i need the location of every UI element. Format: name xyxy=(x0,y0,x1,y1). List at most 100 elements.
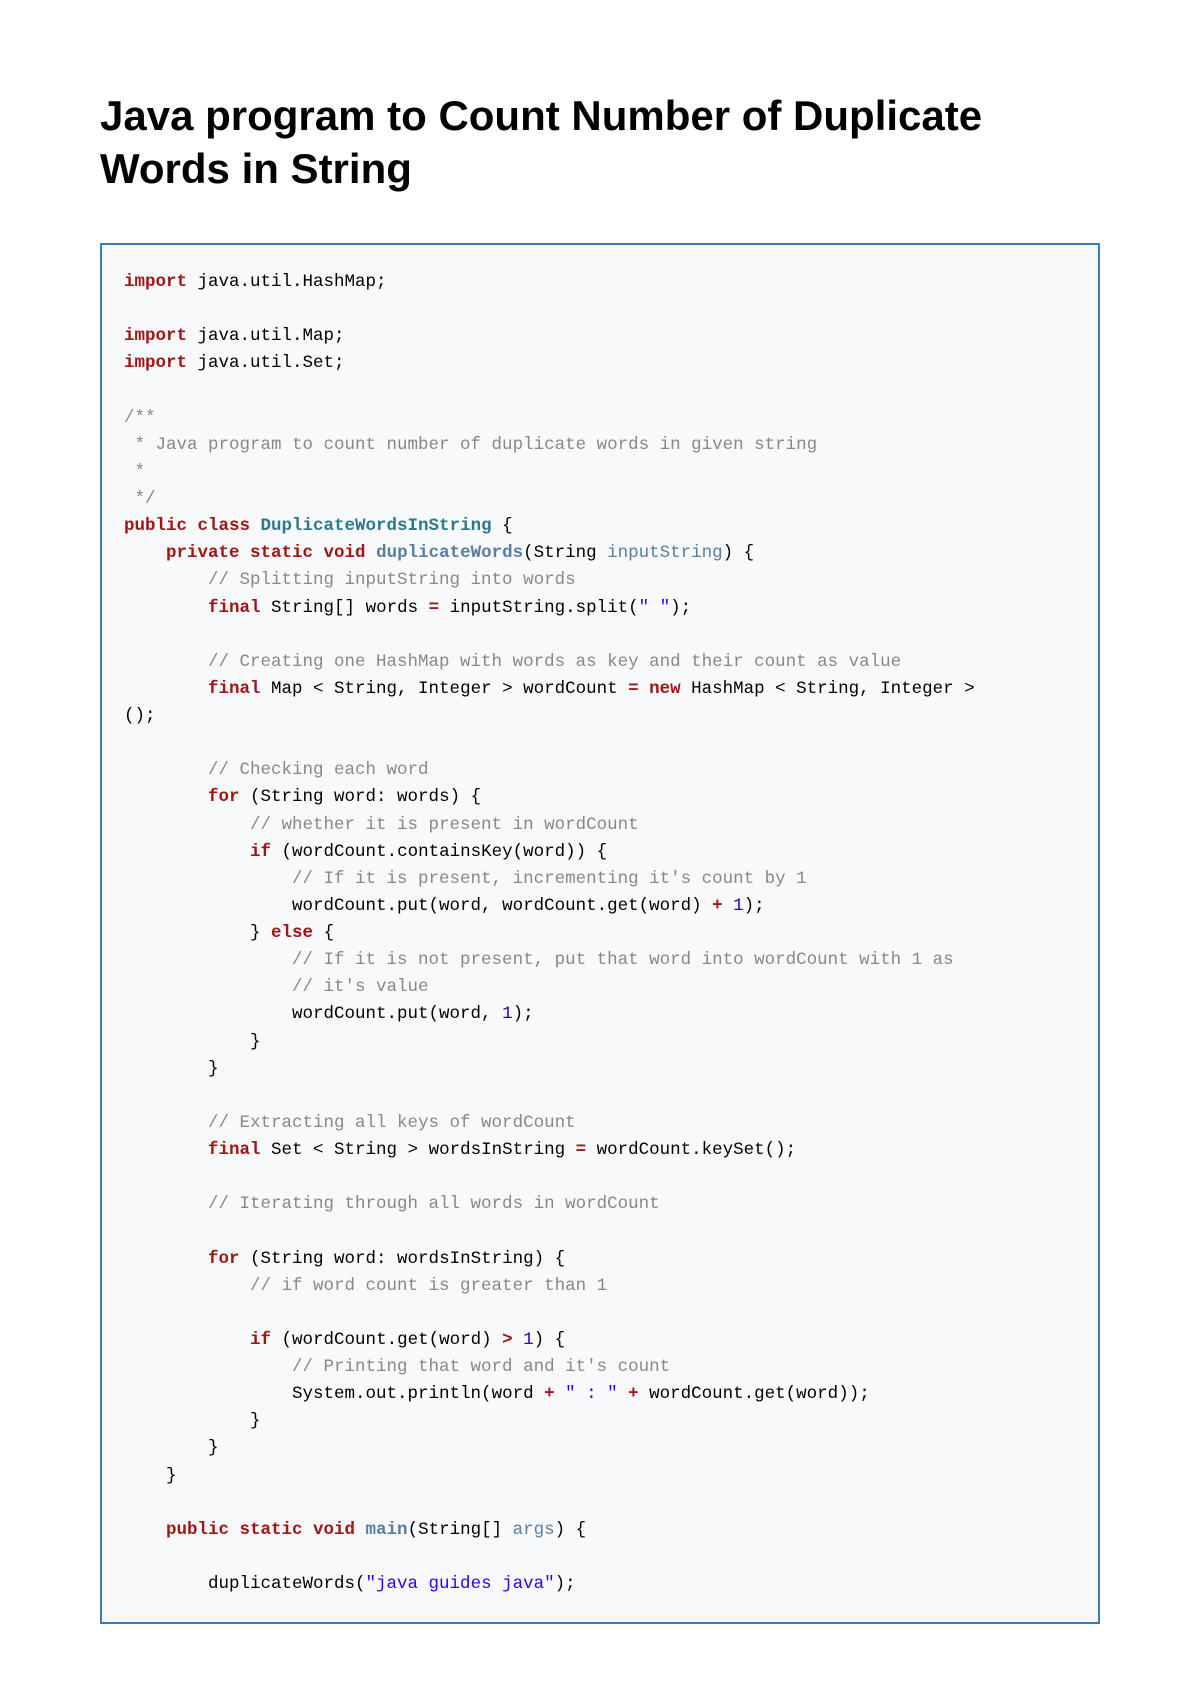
code-keyword: for xyxy=(208,787,240,807)
page-title: Java program to Count Number of Duplicat… xyxy=(100,90,1100,195)
code-string: " " xyxy=(639,598,671,618)
code-comment: * Java program to count number of duplic… xyxy=(124,435,817,455)
code-text: Map < String, Integer > xyxy=(261,679,524,699)
code-indent xyxy=(124,679,208,699)
code-indent xyxy=(124,1520,166,1540)
code-text: } xyxy=(124,1059,219,1079)
code-keyword: else xyxy=(271,923,313,943)
code-text xyxy=(513,1330,524,1350)
code-keyword: for xyxy=(208,1249,240,1269)
code-text: ); xyxy=(744,896,765,916)
code-method: main xyxy=(355,1520,408,1540)
code-indent xyxy=(124,598,208,618)
code-comment: // Creating one HashMap with words as ke… xyxy=(124,652,901,672)
code-keyword: new xyxy=(649,679,681,699)
code-indent xyxy=(124,1140,208,1160)
code-method: duplicateWords xyxy=(366,543,524,563)
code-op: > xyxy=(502,1330,513,1350)
code-text: String[] xyxy=(261,598,366,618)
code-param: args xyxy=(513,1520,555,1540)
code-keyword: final xyxy=(208,598,261,618)
code-text: ) { xyxy=(723,543,755,563)
code-text: inputString.split( xyxy=(450,598,639,618)
code-var: wordsInString xyxy=(429,1140,566,1160)
code-text: ); xyxy=(555,1574,576,1594)
code-indent xyxy=(124,1574,208,1594)
code-keyword: import xyxy=(124,353,187,373)
code-text: { xyxy=(492,516,513,536)
code-text: } xyxy=(124,1411,261,1431)
code-text: (); xyxy=(124,706,156,726)
code-keyword: private static void xyxy=(166,543,366,563)
code-comment: */ xyxy=(124,489,156,509)
code-text: (wordCount.get(word) xyxy=(271,1330,502,1350)
code-comment: // Iterating through all words in wordCo… xyxy=(124,1194,660,1214)
code-text: (String[] xyxy=(408,1520,513,1540)
code-indent xyxy=(124,842,250,862)
code-var: words xyxy=(366,598,419,618)
code-text: duplicateWords( xyxy=(208,1574,366,1594)
code-text: } xyxy=(124,1438,219,1458)
code-indent xyxy=(124,787,208,807)
code-comment: /** xyxy=(124,408,156,428)
code-number: 1 xyxy=(523,1330,534,1350)
code-text: java.util.Set; xyxy=(187,353,345,373)
code-text: (String word: wordsInString) { xyxy=(240,1249,566,1269)
code-comment: // Checking each word xyxy=(124,760,429,780)
code-text: (wordCount.containsKey(word)) { xyxy=(271,842,607,862)
code-param: inputString xyxy=(607,543,723,563)
code-keyword: import xyxy=(124,326,187,346)
code-comment: // if word count is greater than 1 xyxy=(124,1276,607,1296)
code-text: { xyxy=(313,923,334,943)
code-keyword: public class xyxy=(124,516,250,536)
code-text: } xyxy=(124,1032,261,1052)
code-text: wordCount.get(word)); xyxy=(639,1384,870,1404)
code-number: 1 xyxy=(502,1004,513,1024)
code-block: import java.util.HashMap; import java.ut… xyxy=(100,243,1100,1624)
code-text xyxy=(555,1384,566,1404)
code-comment: // whether it is present in wordCount xyxy=(124,815,639,835)
code-keyword: import xyxy=(124,272,187,292)
code-keyword: if xyxy=(250,1330,271,1350)
code-class: DuplicateWordsInString xyxy=(250,516,492,536)
code-keyword: final xyxy=(208,679,261,699)
code-string: " : " xyxy=(565,1384,618,1404)
code-text: } xyxy=(124,1466,177,1486)
code-text: java.util.HashMap; xyxy=(187,272,387,292)
code-type: String xyxy=(534,543,608,563)
code-text: wordCount.put(word, xyxy=(292,1004,502,1024)
code-text: (String word: words) { xyxy=(240,787,482,807)
code-text: ( xyxy=(523,543,534,563)
code-keyword: final xyxy=(208,1140,261,1160)
code-number: 1 xyxy=(733,896,744,916)
code-text xyxy=(723,896,734,916)
code-text: wordCount.put(word, wordCount.get(word) xyxy=(292,896,712,916)
code-comment: * xyxy=(124,462,145,482)
code-text: Set < String > xyxy=(261,1140,429,1160)
code-text: ) { xyxy=(555,1520,587,1540)
code-comment: // Splitting inputString into words xyxy=(124,570,576,590)
code-op: + xyxy=(628,1384,639,1404)
code-comment: // If it is not present, put that word i… xyxy=(124,950,954,970)
code-op: = xyxy=(418,598,450,618)
code-indent xyxy=(124,1249,208,1269)
code-text: System.out.println(word xyxy=(292,1384,544,1404)
code-text: ); xyxy=(670,598,691,618)
code-text: ); xyxy=(513,1004,534,1024)
code-op: + xyxy=(544,1384,555,1404)
code-text: java.util.Map; xyxy=(187,326,345,346)
code-keyword: if xyxy=(250,842,271,862)
code-var: wordCount xyxy=(523,679,618,699)
code-op: = xyxy=(618,679,650,699)
code-text: wordCount.keySet(); xyxy=(597,1140,797,1160)
code-indent xyxy=(124,923,250,943)
code-indent xyxy=(124,1384,292,1404)
code-indent xyxy=(124,1004,292,1024)
code-comment: // it's value xyxy=(124,977,429,997)
code-op: = xyxy=(565,1140,597,1160)
code-comment: // Printing that word and it's count xyxy=(124,1357,670,1377)
code-text: HashMap < String, Integer > xyxy=(681,679,986,699)
code-comment: // If it is present, incrementing it's c… xyxy=(124,869,807,889)
code-text xyxy=(618,1384,629,1404)
code-indent xyxy=(124,543,166,563)
